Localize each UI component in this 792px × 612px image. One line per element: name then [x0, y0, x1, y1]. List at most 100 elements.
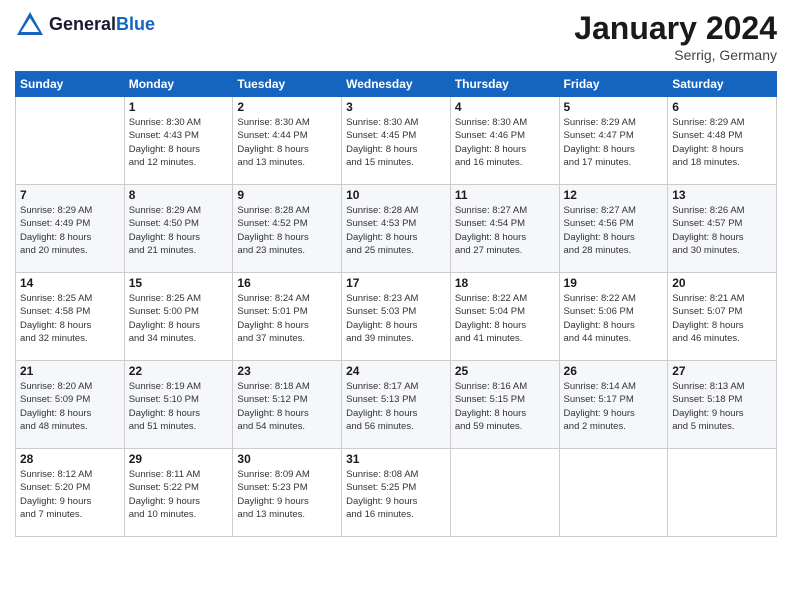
day-info: Sunrise: 8:09 AM Sunset: 5:23 PM Dayligh… — [237, 468, 337, 521]
day-number: 12 — [564, 188, 664, 202]
calendar-cell: 25 Sunrise: 8:16 AM Sunset: 5:15 PM Dayli… — [450, 361, 559, 449]
day-number: 5 — [564, 100, 664, 114]
day-info: Sunrise: 8:30 AM Sunset: 4:46 PM Dayligh… — [455, 116, 555, 169]
weekday-header-sunday: Sunday — [16, 72, 125, 97]
calendar-week-row: 7 Sunrise: 8:29 AM Sunset: 4:49 PM Daylig… — [16, 185, 777, 273]
weekday-header-tuesday: Tuesday — [233, 72, 342, 97]
day-number: 7 — [20, 188, 120, 202]
calendar-cell: 28 Sunrise: 8:12 AM Sunset: 5:20 PM Dayli… — [16, 449, 125, 537]
day-info: Sunrise: 8:29 AM Sunset: 4:47 PM Dayligh… — [564, 116, 664, 169]
calendar-cell: 30 Sunrise: 8:09 AM Sunset: 5:23 PM Dayli… — [233, 449, 342, 537]
day-number: 8 — [129, 188, 229, 202]
calendar-cell: 21 Sunrise: 8:20 AM Sunset: 5:09 PM Dayli… — [16, 361, 125, 449]
day-info: Sunrise: 8:18 AM Sunset: 5:12 PM Dayligh… — [237, 380, 337, 433]
calendar-cell: 9Sunrise: 8:28 AM Sunset: 4:52 PM Daylig… — [233, 185, 342, 273]
day-info: Sunrise: 8:13 AM Sunset: 5:18 PM Dayligh… — [672, 380, 772, 433]
day-number: 3 — [346, 100, 446, 114]
day-number: 24 — [346, 364, 446, 378]
day-number: 29 — [129, 452, 229, 466]
calendar-cell: 5 Sunrise: 8:29 AM Sunset: 4:47 PM Daylig… — [559, 97, 668, 185]
calendar-cell — [668, 449, 777, 537]
day-info: Sunrise: 8:30 AM Sunset: 4:43 PM Dayligh… — [129, 116, 229, 169]
day-info: Sunrise: 8:25 AM Sunset: 4:58 PM Dayligh… — [20, 292, 120, 345]
calendar-cell — [450, 449, 559, 537]
calendar-cell: 3 Sunrise: 8:30 AM Sunset: 4:45 PM Daylig… — [342, 97, 451, 185]
calendar-cell: 2 Sunrise: 8:30 AM Sunset: 4:44 PM Daylig… — [233, 97, 342, 185]
day-info: Sunrise: 8:25 AM Sunset: 5:00 PM Dayligh… — [129, 292, 229, 345]
day-number: 23 — [237, 364, 337, 378]
day-number: 6 — [672, 100, 772, 114]
day-info: Sunrise: 8:23 AM Sunset: 5:03 PM Dayligh… — [346, 292, 446, 345]
day-info: Sunrise: 8:19 AM Sunset: 5:10 PM Dayligh… — [129, 380, 229, 433]
calendar-cell: 31Sunrise: 8:08 AM Sunset: 5:25 PM Dayli… — [342, 449, 451, 537]
month-title: January 2024 — [574, 10, 777, 47]
logo-icon — [15, 10, 45, 40]
day-number: 9 — [237, 188, 337, 202]
day-number: 2 — [237, 100, 337, 114]
day-info: Sunrise: 8:30 AM Sunset: 4:45 PM Dayligh… — [346, 116, 446, 169]
day-number: 18 — [455, 276, 555, 290]
day-number: 19 — [564, 276, 664, 290]
day-number: 14 — [20, 276, 120, 290]
logo-text: GeneralBlue — [49, 15, 155, 35]
day-info: Sunrise: 8:16 AM Sunset: 5:15 PM Dayligh… — [455, 380, 555, 433]
day-number: 30 — [237, 452, 337, 466]
calendar-week-row: 28 Sunrise: 8:12 AM Sunset: 5:20 PM Dayli… — [16, 449, 777, 537]
day-number: 25 — [455, 364, 555, 378]
calendar-week-row: 21 Sunrise: 8:20 AM Sunset: 5:09 PM Dayli… — [16, 361, 777, 449]
day-number: 1 — [129, 100, 229, 114]
calendar-week-row: 14 Sunrise: 8:25 AM Sunset: 4:58 PM Dayli… — [16, 273, 777, 361]
calendar-cell: 24 Sunrise: 8:17 AM Sunset: 5:13 PM Dayli… — [342, 361, 451, 449]
day-number: 15 — [129, 276, 229, 290]
day-number: 20 — [672, 276, 772, 290]
day-info: Sunrise: 8:21 AM Sunset: 5:07 PM Dayligh… — [672, 292, 772, 345]
location: Serrig, Germany — [574, 47, 777, 63]
calendar-cell: 13Sunrise: 8:26 AM Sunset: 4:57 PM Dayli… — [668, 185, 777, 273]
calendar-cell — [16, 97, 125, 185]
calendar-cell: 18Sunrise: 8:22 AM Sunset: 5:04 PM Dayli… — [450, 273, 559, 361]
day-info: Sunrise: 8:27 AM Sunset: 4:56 PM Dayligh… — [564, 204, 664, 257]
day-info: Sunrise: 8:29 AM Sunset: 4:48 PM Dayligh… — [672, 116, 772, 169]
logo: GeneralBlue — [15, 10, 155, 40]
day-number: 26 — [564, 364, 664, 378]
calendar-cell: 14 Sunrise: 8:25 AM Sunset: 4:58 PM Dayli… — [16, 273, 125, 361]
day-number: 31 — [346, 452, 446, 466]
day-number: 27 — [672, 364, 772, 378]
calendar-cell: 22Sunrise: 8:19 AM Sunset: 5:10 PM Dayli… — [124, 361, 233, 449]
header: GeneralBlue January 2024 Serrig, Germany — [15, 10, 777, 63]
day-number: 28 — [20, 452, 120, 466]
day-info: Sunrise: 8:27 AM Sunset: 4:54 PM Dayligh… — [455, 204, 555, 257]
day-info: Sunrise: 8:29 AM Sunset: 4:50 PM Dayligh… — [129, 204, 229, 257]
weekday-header-thursday: Thursday — [450, 72, 559, 97]
calendar-cell: 6 Sunrise: 8:29 AM Sunset: 4:48 PM Daylig… — [668, 97, 777, 185]
calendar-cell: 8 Sunrise: 8:29 AM Sunset: 4:50 PM Daylig… — [124, 185, 233, 273]
calendar-cell: 23 Sunrise: 8:18 AM Sunset: 5:12 PM Dayli… — [233, 361, 342, 449]
day-info: Sunrise: 8:20 AM Sunset: 5:09 PM Dayligh… — [20, 380, 120, 433]
day-number: 17 — [346, 276, 446, 290]
calendar-week-row: 1 Sunrise: 8:30 AM Sunset: 4:43 PM Daylig… — [16, 97, 777, 185]
day-number: 4 — [455, 100, 555, 114]
day-info: Sunrise: 8:26 AM Sunset: 4:57 PM Dayligh… — [672, 204, 772, 257]
day-number: 21 — [20, 364, 120, 378]
calendar: SundayMondayTuesdayWednesdayThursdayFrid… — [15, 71, 777, 537]
weekday-header-monday: Monday — [124, 72, 233, 97]
calendar-cell: 16Sunrise: 8:24 AM Sunset: 5:01 PM Dayli… — [233, 273, 342, 361]
day-number: 16 — [237, 276, 337, 290]
day-info: Sunrise: 8:12 AM Sunset: 5:20 PM Dayligh… — [20, 468, 120, 521]
calendar-cell: 7 Sunrise: 8:29 AM Sunset: 4:49 PM Daylig… — [16, 185, 125, 273]
day-info: Sunrise: 8:22 AM Sunset: 5:06 PM Dayligh… — [564, 292, 664, 345]
calendar-cell: 27 Sunrise: 8:13 AM Sunset: 5:18 PM Dayli… — [668, 361, 777, 449]
calendar-cell: 4 Sunrise: 8:30 AM Sunset: 4:46 PM Daylig… — [450, 97, 559, 185]
weekday-header-row: SundayMondayTuesdayWednesdayThursdayFrid… — [16, 72, 777, 97]
day-info: Sunrise: 8:29 AM Sunset: 4:49 PM Dayligh… — [20, 204, 120, 257]
calendar-cell: 17 Sunrise: 8:23 AM Sunset: 5:03 PM Dayli… — [342, 273, 451, 361]
day-info: Sunrise: 8:17 AM Sunset: 5:13 PM Dayligh… — [346, 380, 446, 433]
calendar-cell — [559, 449, 668, 537]
calendar-cell: 15 Sunrise: 8:25 AM Sunset: 5:00 PM Dayli… — [124, 273, 233, 361]
title-block: January 2024 Serrig, Germany — [574, 10, 777, 63]
day-info: Sunrise: 8:30 AM Sunset: 4:44 PM Dayligh… — [237, 116, 337, 169]
calendar-cell: 1 Sunrise: 8:30 AM Sunset: 4:43 PM Daylig… — [124, 97, 233, 185]
day-info: Sunrise: 8:28 AM Sunset: 4:53 PM Dayligh… — [346, 204, 446, 257]
day-number: 11 — [455, 188, 555, 202]
calendar-cell: 12 Sunrise: 8:27 AM Sunset: 4:56 PM Dayli… — [559, 185, 668, 273]
